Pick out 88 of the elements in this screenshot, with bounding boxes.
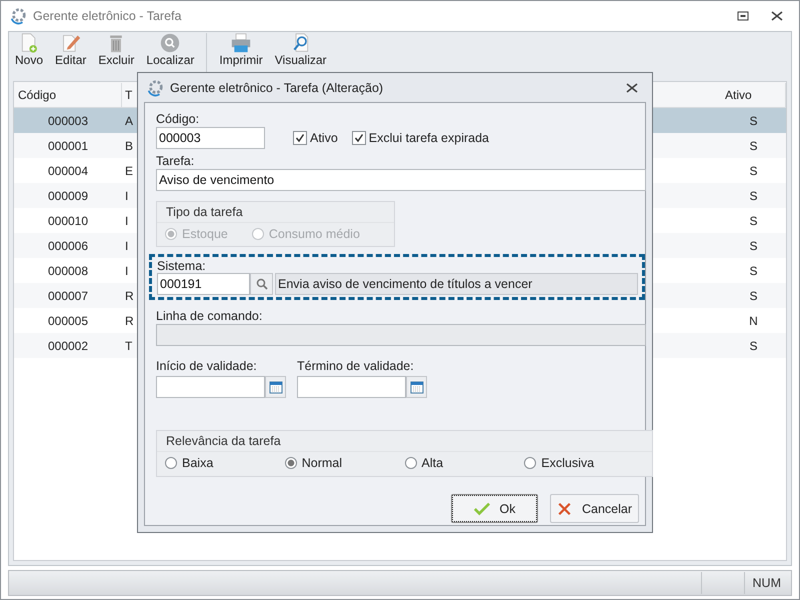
toolbar-button[interactable]: Editar xyxy=(53,33,88,67)
printer-icon xyxy=(231,33,252,53)
column-header[interactable]: Ativo xyxy=(721,82,786,106)
checkbox[interactable] xyxy=(293,131,307,145)
radio-label: Consumo médio xyxy=(268,227,360,241)
date-field[interactable] xyxy=(297,376,406,398)
magnifier-document-icon xyxy=(290,33,311,53)
toolbar-button[interactable]: Excluir xyxy=(96,33,136,67)
search-button[interactable] xyxy=(250,273,273,295)
table-cell-text: 000009 xyxy=(46,188,90,202)
table-cell: A xyxy=(125,114,134,128)
table-cell: R xyxy=(125,288,134,302)
close-icon[interactable] xyxy=(771,11,783,21)
checkbox-label: Exclui tarefa expirada xyxy=(368,131,489,145)
status-text: NUM xyxy=(752,576,781,590)
table-cell-text: 000002 xyxy=(46,338,90,352)
field-label: Linha de comando: xyxy=(156,308,262,324)
calendar-button[interactable] xyxy=(265,376,286,398)
table-cell-text: S xyxy=(748,164,758,178)
calendar-icon xyxy=(410,380,424,394)
checkmark-icon xyxy=(474,502,490,516)
table-cell-text: S xyxy=(748,138,758,152)
table-cell: R xyxy=(125,314,134,328)
checkbox-label: Ativo xyxy=(310,131,338,145)
table-cell: B xyxy=(125,138,134,152)
close-icon[interactable] xyxy=(626,82,638,92)
table-cell-text: S xyxy=(748,114,758,128)
description-field: Envia aviso de vencimento de títulos a vencer xyxy=(275,273,638,295)
gear-icon xyxy=(9,7,27,25)
new-document-icon xyxy=(19,33,39,53)
cross-icon xyxy=(557,502,572,516)
calendar-button[interactable] xyxy=(406,376,427,398)
table-cell: E xyxy=(125,164,134,178)
field-label: Código: xyxy=(156,111,200,127)
table-cell-text: 000005 xyxy=(46,314,90,328)
date-field[interactable] xyxy=(156,376,265,398)
window-title: Gerente eletrônico - Tarefa xyxy=(33,9,182,23)
radio-button[interactable] xyxy=(284,457,297,469)
field-label: Início de validade: xyxy=(156,358,257,374)
radio-label: Alta xyxy=(422,456,444,470)
cancel-button[interactable]: Cancelar xyxy=(550,494,639,523)
toolbar-button[interactable]: Localizar xyxy=(144,33,196,67)
table-cell: I xyxy=(125,238,128,252)
table-cell: I xyxy=(125,214,128,228)
toolbar-button[interactable]: Imprimir xyxy=(217,33,265,67)
ok-button[interactable]: Ok xyxy=(451,494,538,523)
table-cell: I xyxy=(125,188,128,202)
field-label: Tarefa: xyxy=(156,153,194,169)
search-icon xyxy=(256,278,268,290)
radio-label: Normal xyxy=(302,456,342,470)
field-label: Sistema: xyxy=(157,259,206,273)
radio-button[interactable] xyxy=(404,457,416,469)
toolbar-button[interactable]: Novo xyxy=(13,33,46,67)
table-cell-text: S xyxy=(748,288,758,302)
table-cell-text: S xyxy=(748,188,758,202)
table-cell-text: 000001 xyxy=(46,138,90,152)
radio-label: Baixa xyxy=(182,456,214,470)
table-cell-text: 000004 xyxy=(46,164,90,178)
radio-button[interactable] xyxy=(524,457,536,469)
table-cell-text: 000010 xyxy=(46,214,90,228)
table-cell-text: S xyxy=(748,338,758,352)
pencil-document-icon xyxy=(60,33,81,53)
table-cell: I xyxy=(125,264,128,278)
system-field[interactable]: 000191 xyxy=(157,273,250,295)
task-field[interactable]: Aviso de vencimento xyxy=(156,169,646,191)
gear-icon xyxy=(146,78,164,96)
group-title: Relevância da tarefa xyxy=(157,431,652,452)
search-icon xyxy=(160,33,180,53)
table-cell-text: S xyxy=(748,214,758,228)
table-cell-text: 000007 xyxy=(46,288,90,302)
table-cell-text: 000006 xyxy=(46,238,90,252)
group-title: Tipo da tarefa xyxy=(157,202,394,223)
radio-label: Estoque xyxy=(182,227,228,241)
toolbar-button[interactable]: Visualizar xyxy=(272,33,329,67)
radio-button[interactable] xyxy=(165,457,177,469)
table-cell: T xyxy=(125,338,132,352)
table-cell-text: S xyxy=(748,238,758,252)
radio-label: Exclusiva xyxy=(541,456,594,470)
code-field[interactable]: 000003 xyxy=(156,127,265,149)
column-header[interactable]: T xyxy=(122,82,132,106)
table-cell-text: 000008 xyxy=(46,264,90,278)
field-label: Término de validade: xyxy=(297,358,414,374)
calendar-icon xyxy=(268,380,282,394)
checkbox[interactable] xyxy=(352,131,366,145)
restore-icon[interactable] xyxy=(737,11,749,21)
dialog-title: Gerente eletrônico - Tarefa (Alteração) xyxy=(170,80,384,94)
column-header[interactable]: Código xyxy=(14,82,122,106)
table-cell-text: 000003 xyxy=(46,114,90,128)
